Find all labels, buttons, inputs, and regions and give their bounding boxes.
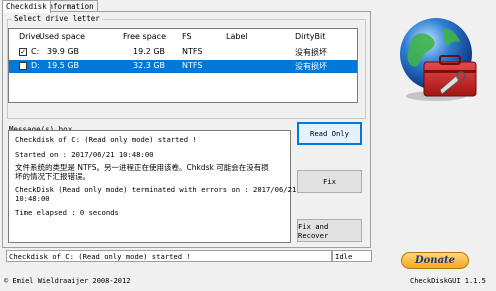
used-space: 39.9 GB — [47, 47, 80, 56]
column-dirtybit[interactable]: DirtyBit — [295, 32, 325, 41]
message-box[interactable]: Checkdisk of C: (Read only mode) started… — [8, 130, 296, 243]
column-used-space[interactable]: Used space — [39, 32, 85, 41]
read-only-button[interactable]: Read Only — [297, 122, 362, 145]
message-line: 10:48:00 — [15, 194, 50, 203]
drive-row-d[interactable]: D: 19.5 GB 32.3 GB NTFS 没有损坏 — [9, 60, 357, 73]
message-line: 坏的情况下汇报错误。 — [15, 172, 90, 181]
drive-list-header: Drive Used space Free space FS Label Dir… — [9, 31, 357, 44]
drive-d-checkbox[interactable] — [19, 62, 27, 70]
version-text: CheckDiskGUI 1.1.5 — [410, 277, 486, 285]
message-line: Started on : 2017/06/21 10:48:00 — [15, 150, 154, 159]
check-icon: ✓ — [20, 48, 26, 56]
dirtybit: 没有损坏 — [295, 62, 327, 71]
status-message: Checkdisk of C: (Read only mode) started… — [6, 250, 332, 262]
free-space: 19.2 GB — [133, 47, 166, 56]
globe-with-toolbox-icon — [384, 14, 494, 109]
copyright-text: © Emiel Wieldraaijer 2008-2012 — [4, 277, 131, 285]
drive-letter: C: — [31, 47, 40, 56]
drive-c-checkbox[interactable]: ✓ — [19, 48, 27, 56]
drive-list[interactable]: Drive Used space Free space FS Label Dir… — [8, 28, 358, 103]
status-state: Idle — [332, 250, 372, 262]
dirtybit: 没有损坏 — [295, 48, 327, 57]
fix-and-recover-button[interactable]: Fix and Recover — [297, 219, 362, 242]
message-line: Time elapsed : 0 seconds — [15, 208, 119, 217]
message-line: Checkdisk of C: (Read only mode) started… — [15, 135, 197, 144]
fix-button[interactable]: Fix — [297, 170, 362, 193]
message-line: CheckDisk (Read only mode) terminated wi… — [15, 185, 297, 194]
column-free-space[interactable]: Free space — [123, 32, 166, 41]
drive-row-c[interactable]: ✓ C: 39.9 GB 19.2 GB NTFS 没有损坏 — [9, 46, 357, 59]
drive-group-title: Select drive letter — [12, 14, 102, 23]
donate-button[interactable]: Donate — [401, 252, 469, 269]
free-space: 32.3 GB — [133, 61, 166, 70]
used-space: 19.5 GB — [47, 61, 80, 70]
filesystem: NTFS — [182, 47, 203, 56]
drive-letter: D: — [31, 61, 40, 70]
column-label[interactable]: Label — [226, 32, 248, 41]
filesystem: NTFS — [182, 61, 203, 70]
tab-checkdisk[interactable]: Checkdisk — [2, 0, 51, 13]
column-fs[interactable]: FS — [182, 32, 192, 41]
column-drive[interactable]: Drive — [19, 32, 40, 41]
